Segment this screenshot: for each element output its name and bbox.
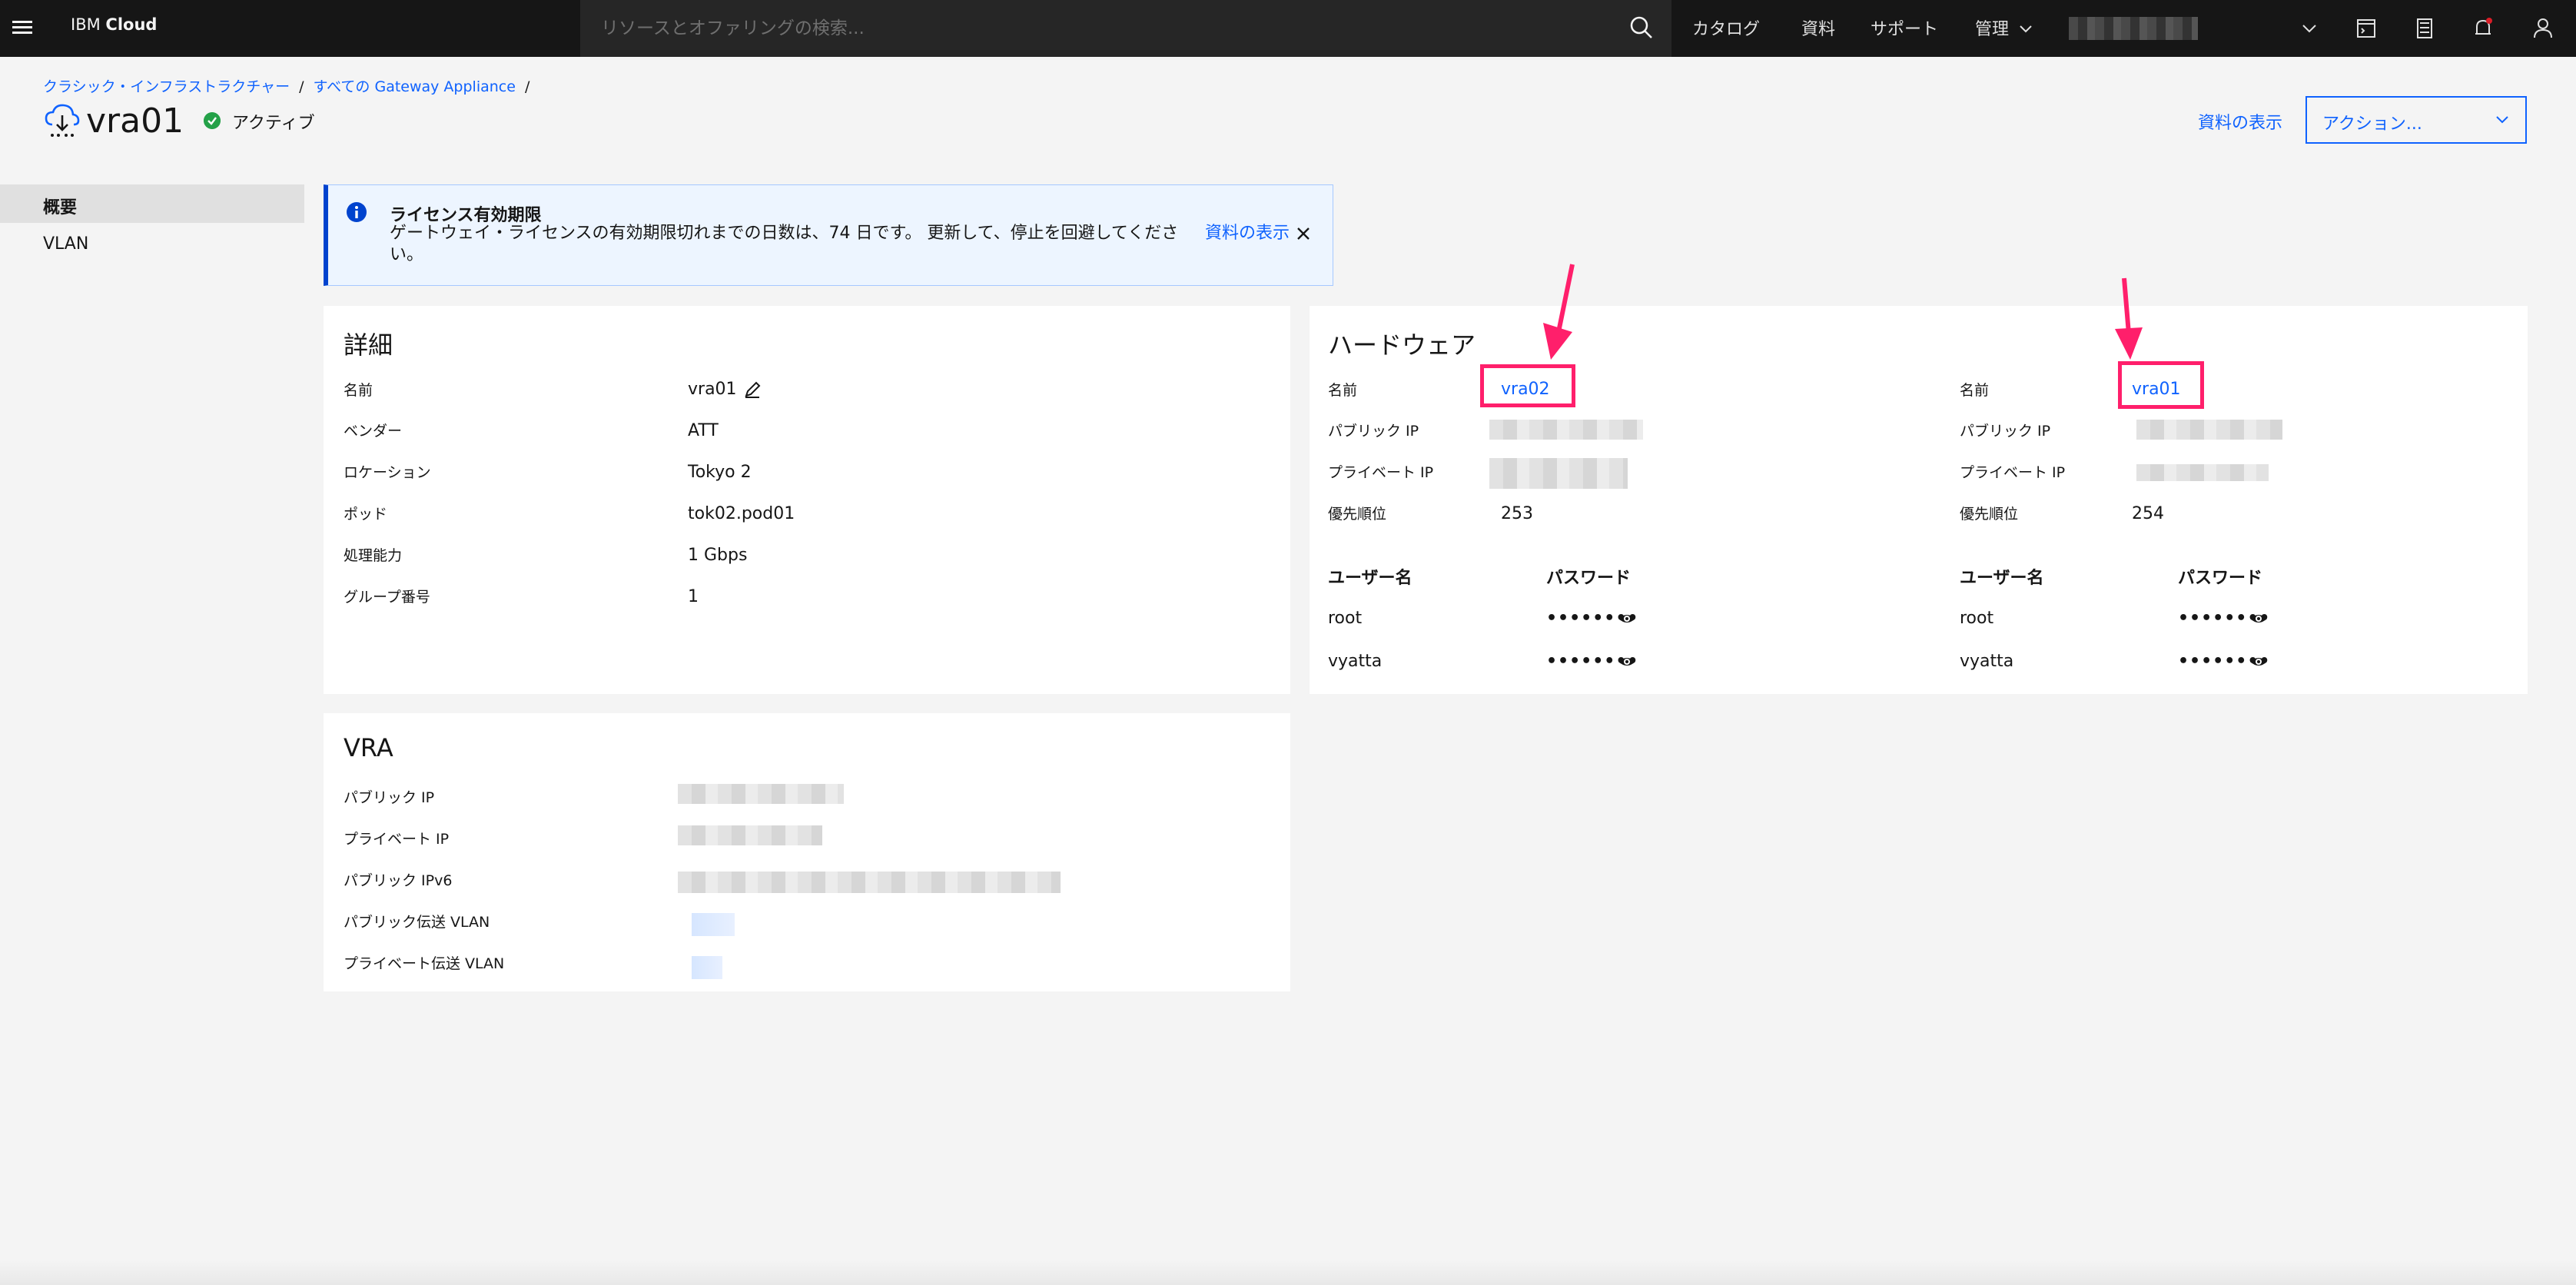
hw-label-name: 名前 — [1960, 382, 1990, 399]
edit-icon[interactable] — [742, 380, 762, 400]
priority-value: 253 — [1501, 504, 1533, 523]
username-value: vyatta — [1960, 652, 2014, 671]
brand-name: Cloud — [105, 15, 158, 34]
vra-label: パブリック伝送 VLAN — [344, 914, 490, 931]
redacted-value — [678, 872, 1061, 893]
detail-value: vra01 — [688, 380, 737, 399]
member-link-vra01[interactable]: vra01 — [2132, 380, 2181, 399]
view-docs-link[interactable]: 資料の表示 — [2198, 109, 2282, 134]
details-card — [324, 306, 1290, 694]
view-password-icon[interactable] — [1617, 653, 1637, 670]
vra-heading: VRA — [344, 733, 393, 762]
detail-value: tok02.pod01 — [688, 504, 795, 523]
account-switcher[interactable] — [2069, 17, 2198, 40]
redacted-private-ip — [2136, 464, 2269, 481]
actions-dropdown[interactable]: アクション... — [2305, 96, 2527, 144]
page-title: vra01 — [86, 101, 184, 141]
status-active-icon — [204, 112, 221, 129]
hw-label-public-ip: パブリック IP — [1960, 423, 2051, 440]
breadcrumb-classic-infra[interactable]: クラシック・インフラストラクチャー — [43, 78, 290, 95]
status-label: アクティブ — [232, 114, 315, 133]
redacted-public-ip — [1489, 420, 1643, 440]
brand-prefix: IBM — [71, 15, 101, 34]
search-input[interactable] — [599, 11, 1602, 46]
redacted-vlan-link[interactable] — [692, 913, 735, 936]
vra-card — [324, 713, 1290, 991]
sidebar-item-overview[interactable]: 概要 — [0, 184, 304, 223]
breadcrumb: クラシック・インフラストラクチャー / すべての Gateway Appliance… — [43, 75, 539, 96]
detail-label: 名前 — [344, 382, 373, 399]
search-bar — [580, 0, 1671, 57]
user-icon[interactable] — [2528, 14, 2558, 43]
notification-icon[interactable] — [2468, 14, 2498, 43]
breadcrumb-separator: / — [299, 78, 304, 95]
page-bottom — [0, 1260, 2576, 1285]
vra-label: パブリック IP — [344, 789, 435, 806]
nav-manage[interactable]: 管理 — [1975, 15, 2033, 40]
hw-label-private-ip: プライベート IP — [1328, 464, 1434, 481]
chevron-down-icon — [2496, 116, 2508, 124]
password-header: パスワード — [1546, 569, 1632, 588]
priority-value: 254 — [2132, 504, 2164, 523]
password-header: パスワード — [2178, 569, 2263, 588]
hardware-heading: ハードウェア — [1328, 330, 1476, 360]
view-password-icon[interactable] — [1617, 610, 1637, 627]
redacted-vlan-link[interactable] — [692, 956, 722, 979]
account-chevron-icon[interactable] — [2298, 17, 2321, 40]
hw-label-name: 名前 — [1328, 382, 1358, 399]
vra-label: プライベート IP — [344, 831, 450, 848]
detail-value: 1 — [688, 587, 699, 606]
info-icon — [347, 202, 367, 222]
breadcrumb-gateway-appliance[interactable]: すべての Gateway Appliance — [314, 78, 516, 95]
actions-label: アクション... — [2322, 115, 2422, 134]
hw-label-public-ip: パブリック IP — [1328, 423, 1419, 440]
brand-logo[interactable]: IBM Cloud — [71, 15, 157, 34]
notification-docs-link[interactable]: 資料の表示 — [1205, 223, 1290, 244]
hw-label-priority: 優先順位 — [1328, 506, 1387, 523]
redacted-value — [678, 784, 844, 804]
terminal-icon[interactable] — [2352, 14, 2381, 43]
chevron-down-icon — [2020, 25, 2032, 33]
username-value: vyatta — [1328, 652, 1383, 671]
vra-label: パブリック IPv6 — [344, 872, 453, 889]
close-icon[interactable] — [1294, 224, 1313, 243]
details-heading: 詳細 — [344, 330, 393, 360]
detail-label: グループ番号 — [344, 589, 430, 606]
annotation-arrow-icon — [2115, 277, 2143, 360]
username-header: ユーザー名 — [1960, 569, 2044, 588]
username-value: root — [1328, 609, 1363, 628]
detail-value: ATT — [688, 421, 719, 440]
notification-text: ゲートウェイ・ライセンスの有効期限切れまでの日数は、74 日です。 更新して、停… — [390, 224, 1179, 264]
gateway-cloud-icon — [45, 104, 80, 137]
cost-estimator-icon[interactable] — [2410, 14, 2439, 43]
nav-support[interactable]: サポート — [1871, 15, 1938, 40]
username-value: root — [1960, 609, 1994, 628]
detail-label: 処理能力 — [344, 547, 403, 564]
detail-value: Tokyo 2 — [688, 463, 752, 482]
breadcrumb-separator: / — [524, 78, 530, 95]
sidebar-item-label: 概要 — [43, 198, 78, 217]
sidebar-item-vlan[interactable]: VLAN — [43, 234, 88, 254]
nav-docs[interactable]: 資料 — [1801, 15, 1835, 40]
detail-value: 1 Gbps — [688, 546, 748, 565]
detail-label: ポッド — [344, 506, 388, 523]
annotation-arrow-icon — [1543, 264, 1575, 360]
search-icon[interactable] — [1628, 14, 1655, 42]
nav-manage-label: 管理 — [1975, 20, 2010, 39]
username-header: ユーザー名 — [1328, 569, 1412, 588]
view-password-icon[interactable] — [2249, 653, 2269, 670]
detail-label: ロケーション — [344, 464, 431, 481]
redacted-private-ip — [1489, 458, 1628, 489]
redacted-value — [678, 825, 822, 845]
hw-label-private-ip: プライベート IP — [1960, 464, 2066, 481]
vra-label: プライベート伝送 VLAN — [344, 955, 505, 972]
hw-label-priority: 優先順位 — [1960, 506, 2019, 523]
menu-icon[interactable] — [11, 15, 35, 40]
nav-catalog[interactable]: カタログ — [1692, 15, 1760, 40]
detail-label: ベンダー — [344, 423, 403, 440]
member-link-vra02[interactable]: vra02 — [1501, 380, 1550, 399]
view-password-icon[interactable] — [2249, 610, 2269, 627]
redacted-public-ip — [2136, 420, 2282, 440]
